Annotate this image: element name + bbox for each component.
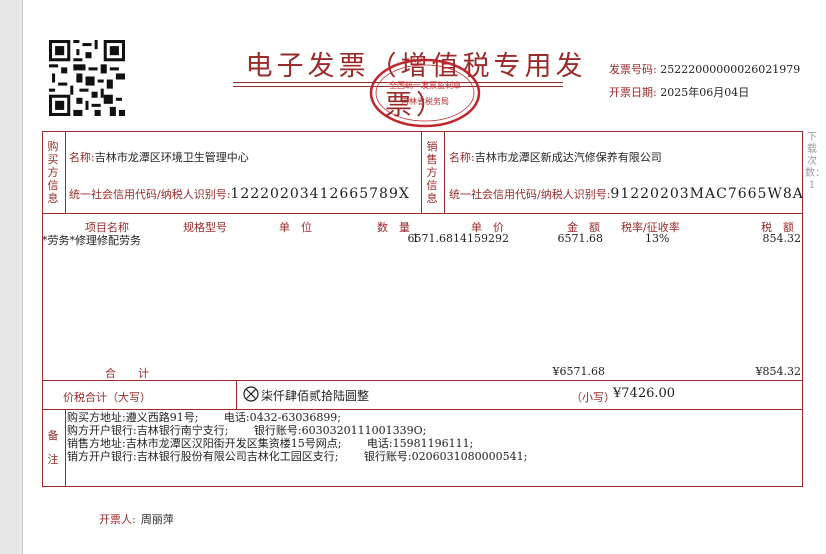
buyer-tax-id-label: 统一社会信用代码/纳税人识别号:: [69, 188, 231, 201]
seller-tax-id: 统一社会信用代码/纳税人识别号:91220203MAC7665W8A: [449, 183, 804, 202]
invoice-page: 电子发票（增值税专用发票） 全国统一发票监制章 吉林省税务局 发票号码: 252…: [22, 0, 826, 554]
svg-text:全国统一发票监制章: 全国统一发票监制章: [389, 80, 461, 90]
issuer-name: 周丽萍: [140, 513, 174, 526]
buyer-name-label: 名称:: [69, 151, 95, 164]
invoice-number: 发票号码: 25222000000026021979: [609, 61, 800, 77]
buyer-tax-id: 统一社会信用代码/纳税人识别号:12220203412665789X: [69, 183, 410, 202]
grand-total-small-label: （小写）: [571, 391, 615, 404]
buyer-name: 名称:吉林市龙潭区环境卫生管理中心: [69, 146, 249, 165]
buyer-tax-id-value: 12220203412665789X: [230, 186, 410, 202]
remarks-lines: 购买方地址:遵义西路91号; 电话:0432-63036899; 购方开户银行:…: [67, 411, 527, 463]
frame-line: [421, 131, 422, 214]
header-spec: 规格型号: [183, 221, 227, 234]
qr-code: [49, 40, 125, 116]
item-name-cell: *劳务*修理修配劳务: [42, 234, 141, 247]
remarks-label: 备注: [47, 429, 59, 466]
frame-line: [65, 131, 66, 214]
total-tax: ¥854.32: [755, 365, 802, 378]
seller-name-value: 吉林市龙潭区新成达汽修保养有限公司: [474, 151, 662, 164]
frame-line: [42, 380, 802, 381]
seller-tax-id-value: 91220203MAC7665W8A: [610, 186, 804, 202]
price-cell: 6571.6814159292: [407, 232, 509, 245]
frame-line: [236, 380, 237, 410]
download-count-note: 下载次数：1: [805, 132, 825, 191]
frame-line: [42, 409, 802, 410]
invoice-number-value: 25222000000026021979: [660, 63, 801, 76]
invoice-number-label: 发票号码:: [609, 63, 657, 76]
total-amount: ¥6571.68: [552, 365, 606, 378]
tax-rate-cell: 13%: [645, 232, 670, 245]
tax-bureau-seal: 全国统一发票监制章 吉林省税务局: [369, 58, 481, 128]
remark-line: 购方开户银行:吉林银行南宁支行; 银行账号:6030320111001339O;: [67, 424, 427, 437]
issuer: 开票人: 周丽萍: [99, 508, 174, 527]
cross-circle-icon: [243, 386, 259, 402]
seller-name-label: 名称:: [449, 151, 475, 164]
svg-text:吉林省税务局: 吉林省税务局: [401, 96, 449, 106]
buyer-name-value: 吉林市龙潭区环境卫生管理中心: [94, 151, 249, 164]
remark-line: 购买方地址:遵义西路91号; 电话:0432-63036899;: [67, 411, 342, 424]
buyer-section-label: 购买方信息: [47, 140, 59, 205]
seller-name: 名称:吉林市龙潭区新成达汽修保养有限公司: [449, 146, 662, 165]
frame-line: [42, 213, 802, 214]
header-unit: 单 位: [279, 221, 312, 234]
frame-line: [444, 131, 445, 214]
invoice-date-value: 2025年06月04日: [660, 86, 750, 99]
issuer-label: 开票人:: [99, 513, 136, 526]
remark-line: 销方开户银行:吉林银行股份有限公司吉林化工园区支行; 银行账号:02060310…: [67, 450, 528, 463]
invoice-date-label: 开票日期:: [609, 86, 657, 99]
frame-line: [65, 409, 66, 487]
frame-top: [42, 131, 802, 132]
seller-section-label: 销售方信息: [426, 140, 438, 205]
total-label: 合 计: [105, 367, 149, 380]
grand-total-uppercase: 柒仟肆佰贰拾陆圆整: [261, 389, 370, 403]
frame-left: [42, 131, 43, 487]
invoice-date: 开票日期: 2025年06月04日: [609, 84, 749, 100]
seller-tax-id-label: 统一社会信用代码/纳税人识别号:: [449, 188, 611, 201]
remark-line: 销售方地址:吉林市龙潭区汉阳街开发区集资楼15号网点; 电话:159811961…: [67, 437, 474, 450]
grand-total-label: 价税合计（大写）: [63, 391, 151, 404]
frame-bottom: [42, 486, 802, 487]
amount-cell: 6571.68: [557, 232, 604, 245]
grand-total-small-value: ¥7426.00: [613, 386, 676, 401]
tax-cell: 854.32: [762, 232, 802, 245]
